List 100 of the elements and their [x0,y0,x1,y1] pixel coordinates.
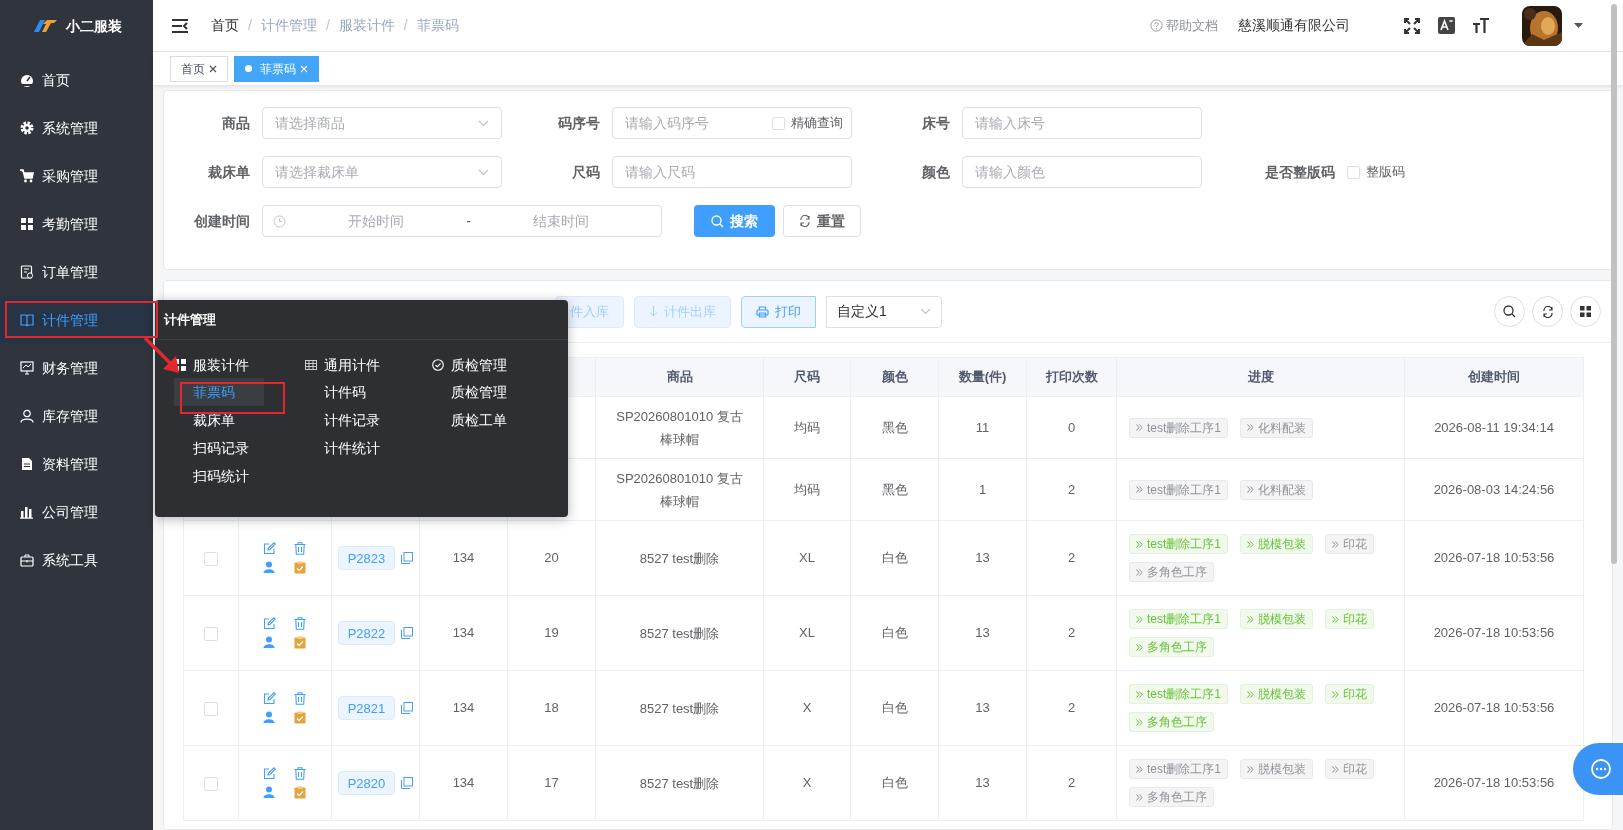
copy-icon[interactable] [401,777,414,789]
code-tag: P2821 [337,696,396,720]
sidebar-item[interactable]: 首页 [0,56,153,104]
table-cell: 白色 [881,625,908,641]
clipboard-icon[interactable] [294,786,306,799]
table-cell: 2026-08-11 19:34:14 [1434,419,1554,435]
table-cell: XL [799,550,815,566]
sidebar-item[interactable]: 系统管理 [0,104,153,152]
chevrons-icon [1332,690,1339,698]
refresh-icon [1541,305,1554,318]
table-cell: 8527 test删除 [639,700,720,716]
sidebar-item[interactable]: 采购管理 [0,152,153,200]
gear-icon [20,121,34,135]
arrow-down-icon [649,306,658,317]
sidebar-item[interactable]: 考勤管理 [0,200,153,248]
checkbox[interactable] [204,776,218,791]
submenu-item[interactable]: 计件记录 [305,406,432,434]
checkbox[interactable] [772,116,785,130]
checkbox[interactable] [204,701,218,716]
checkbox[interactable] [1347,165,1360,179]
trash-icon[interactable] [294,542,306,555]
sidebar-item[interactable]: 计件管理 [0,296,153,344]
submenu-item[interactable]: 扫码记录 [174,434,305,462]
user-icon[interactable] [263,561,275,573]
code-tag: P2823 [337,546,396,570]
font-size-icon[interactable] [1472,17,1490,34]
progress-tag: 脱模包装 [1240,684,1313,704]
copy-icon[interactable] [401,627,414,639]
progress-tag: 脱模包装 [1240,609,1313,629]
submenu-item[interactable]: 质检管理 [432,378,552,406]
submenu-item[interactable]: 扫码统计 [174,462,305,490]
column-header: 颜色 [881,369,908,385]
sidebar-item[interactable]: 财务管理 [0,344,153,392]
chevrons-icon [1247,486,1254,493]
submenu-item[interactable]: 质检工单 [432,406,552,434]
edit-icon[interactable] [263,692,276,705]
progress-tag: 脱模包装 [1240,534,1313,554]
clipboard-icon[interactable] [294,711,306,724]
translate-icon[interactable] [1438,17,1455,34]
sidebar-item[interactable]: 订单管理 [0,248,153,296]
table-cell: X [802,700,812,716]
group-title: 质检管理 [451,355,507,375]
chevron-down-icon [478,119,489,127]
chevrons-icon [1136,424,1143,431]
tab[interactable]: 首页 [170,55,228,82]
table-cell: 18 [544,700,559,716]
table-cell: 2 [1067,550,1076,566]
trash-icon[interactable] [294,767,306,780]
edit-icon[interactable] [263,767,276,780]
search-icon [711,214,724,228]
sidebar-item[interactable]: 公司管理 [0,488,153,536]
user-icon[interactable] [263,636,275,648]
table-cell: 13 [975,625,990,641]
table-cell: 134 [452,700,475,716]
submenu-item[interactable]: 菲票码 [174,378,264,406]
table-cell: 1 [978,481,987,497]
chevrons-icon [1136,793,1143,801]
sidebar-item[interactable]: 资料管理 [0,440,153,488]
user-icon [20,409,34,423]
table-cell: 2 [1067,625,1076,641]
clipboard-icon[interactable] [294,636,306,649]
checkbox[interactable] [204,551,218,566]
trash-icon[interactable] [294,617,306,630]
submenu-item[interactable]: 计件码 [305,378,432,406]
sidebar-item[interactable]: 库存管理 [0,392,153,440]
edit-icon[interactable] [263,542,276,555]
breadcrumb-link[interactable]: 首页 [211,15,239,36]
submenu-item[interactable]: 裁床单 [174,406,305,434]
trash-icon[interactable] [294,692,306,705]
table-cell: 8527 test删除 [639,775,720,791]
progress-tag: 多角色工序 [1129,712,1214,732]
sidebar-item[interactable]: 系统工具 [0,536,153,584]
field-label: 颜色 [921,162,951,182]
fullscreen-icon[interactable] [1404,17,1420,34]
edit-icon[interactable] [263,617,276,630]
reset-button[interactable]: 重置 [783,205,861,237]
table-icon [305,359,317,371]
user-icon[interactable] [263,786,275,798]
field-label: 尺码 [571,162,601,182]
clipboard-icon[interactable] [294,561,306,574]
user-icon[interactable] [263,711,275,723]
progress-tag: test删除工序1 [1129,609,1228,629]
input-field[interactable]: 请输入码序号 精确查询 [612,107,852,139]
copy-icon[interactable] [401,552,414,564]
template-select[interactable]: 自定义1 [826,295,942,328]
close-icon[interactable] [209,64,217,73]
submenu-item[interactable]: 计件统计 [305,434,432,462]
chevrons-icon [1136,568,1143,576]
table-cell: 2 [1067,775,1076,791]
field-label: 是否整版码 [1264,162,1336,182]
checkbox[interactable] [204,626,218,641]
grid-icon [20,217,34,231]
progress-tag: 印花 [1325,609,1374,629]
table-cell: 白色 [881,775,908,791]
copy-icon[interactable] [401,702,414,714]
group-title: 通用计件 [324,355,380,375]
caret-icon[interactable] [1574,22,1583,29]
date-range-field[interactable]: 开始时间 - 结束时间 [262,205,662,237]
menu-icon[interactable] [171,18,189,33]
progress-tag: test删除工序1 [1129,534,1228,554]
